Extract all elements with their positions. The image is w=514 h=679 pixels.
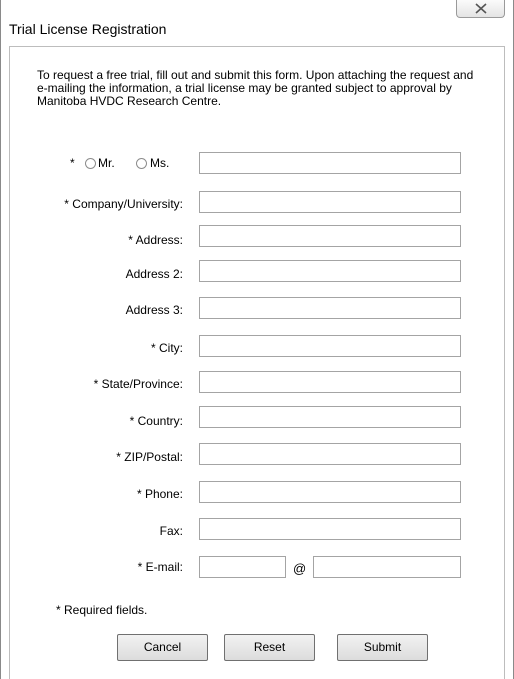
- address-input[interactable]: [199, 225, 461, 247]
- form-panel: To request a free trial, fill out and su…: [9, 46, 505, 679]
- email-domain-input[interactable]: [313, 556, 461, 578]
- mr-label[interactable]: Mr.: [98, 156, 115, 170]
- phone-input[interactable]: [199, 481, 461, 503]
- mr-radio[interactable]: [85, 158, 96, 169]
- city-label: * City:: [150, 341, 183, 355]
- ms-label[interactable]: Ms.: [150, 156, 169, 170]
- email-at-sign: @: [293, 561, 307, 576]
- intro-text: To request a free trial, fill out and su…: [37, 68, 474, 108]
- submit-button[interactable]: Submit: [337, 634, 428, 661]
- salutation-required-mark: *: [70, 156, 75, 170]
- window-title: Trial License Registration: [9, 21, 167, 37]
- title-bar: Trial License Registration: [1, 0, 513, 37]
- address2-input[interactable]: [199, 260, 461, 282]
- city-input[interactable]: [199, 335, 461, 357]
- zip-input[interactable]: [199, 443, 461, 465]
- country-label: * Country:: [129, 414, 183, 428]
- state-input[interactable]: [199, 371, 461, 393]
- address3-input[interactable]: [199, 297, 461, 319]
- address2-label: Address 2:: [125, 267, 183, 281]
- reset-button[interactable]: Reset: [224, 634, 315, 661]
- company-label: * Company/University:: [64, 197, 183, 211]
- zip-label: * ZIP/Postal:: [116, 450, 183, 464]
- dialog-window: Trial License Registration To request a …: [0, 0, 514, 679]
- country-input[interactable]: [199, 406, 461, 428]
- cancel-button[interactable]: Cancel: [117, 634, 208, 661]
- address3-label: Address 3:: [125, 303, 183, 317]
- ms-radio[interactable]: [136, 158, 147, 169]
- fax-input[interactable]: [199, 518, 461, 540]
- email-label: * E-mail:: [137, 560, 183, 574]
- required-fields-note: * Required fields.: [56, 603, 148, 617]
- company-input[interactable]: [199, 191, 461, 213]
- close-icon: [475, 3, 487, 14]
- phone-label: * Phone:: [136, 487, 183, 501]
- close-button[interactable]: [456, 0, 505, 18]
- name-input[interactable]: [199, 152, 461, 174]
- address-label: * Address:: [128, 233, 183, 247]
- fax-label: Fax:: [159, 524, 183, 538]
- email-user-input[interactable]: [199, 556, 286, 578]
- state-label: * State/Province:: [93, 377, 183, 391]
